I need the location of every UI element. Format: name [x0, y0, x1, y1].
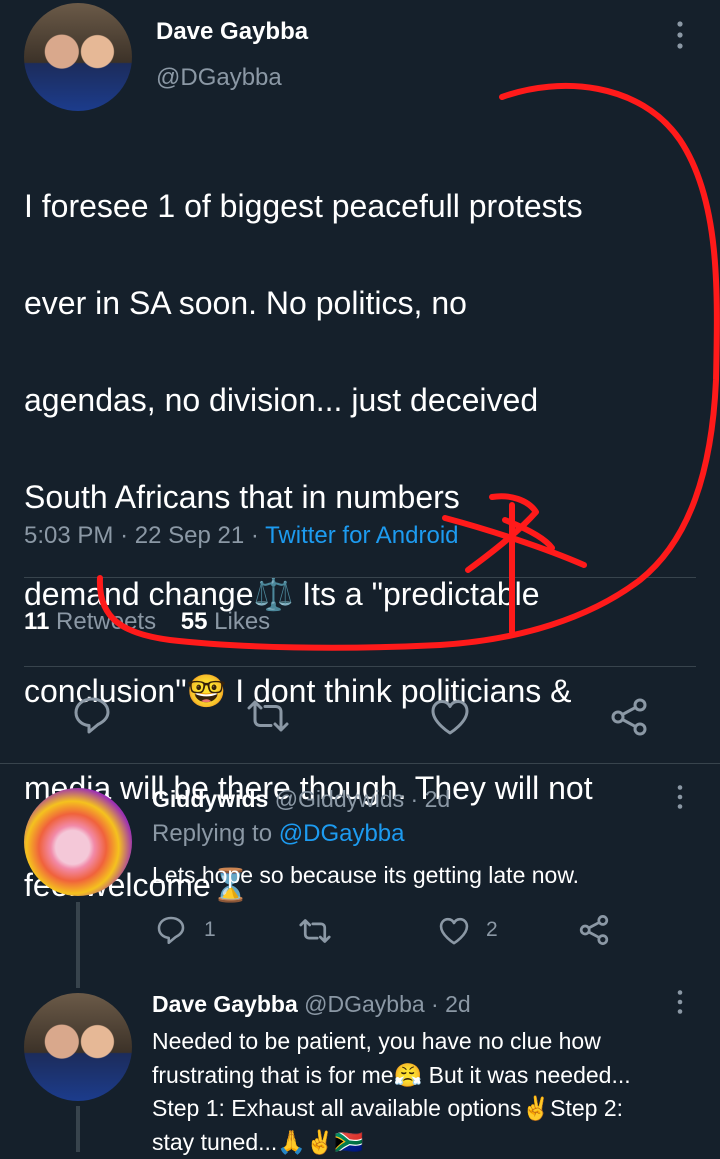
reply-header: Giddywids @Giddywids · 2d	[152, 786, 450, 813]
divider	[0, 763, 720, 764]
likes-count: 55	[181, 608, 208, 635]
retweets-label: Retweets	[56, 608, 156, 635]
reply-icon[interactable]	[156, 915, 186, 945]
tweet-text-line: agendas, no division... just deceived	[24, 376, 714, 425]
divider	[24, 666, 696, 667]
reply-author-name[interactable]: Giddywids	[152, 786, 268, 812]
reply-count: 1	[204, 918, 216, 942]
like-count: 2	[486, 918, 498, 942]
retweet-icon[interactable]	[244, 699, 292, 733]
author-handle[interactable]: @DGaybba	[156, 64, 282, 92]
retweet-icon[interactable]	[297, 918, 333, 944]
like-icon[interactable]	[438, 916, 470, 946]
share-icon[interactable]	[609, 697, 649, 737]
tweet-source-link[interactable]: Twitter for Android	[265, 522, 458, 549]
reply-author-name[interactable]: Dave Gaybba	[152, 991, 298, 1017]
tweet-time: 5:03 PM	[24, 522, 113, 549]
reply-header: Dave Gaybba @DGaybba · 2d	[152, 991, 471, 1018]
tweet-date: 22 Sep 21	[135, 522, 244, 549]
reply-text-line: stay tuned...🙏✌️🇿🇦	[152, 1126, 631, 1159]
reply-icon[interactable]	[72, 696, 112, 734]
reply-author-handle[interactable]: @Giddywids	[275, 786, 404, 812]
retweets-count: 11	[24, 608, 49, 635]
reply-more-icon[interactable]	[673, 989, 687, 1015]
reply-more-icon[interactable]	[673, 784, 687, 810]
retweets-stat[interactable]: 11 Retweets	[24, 608, 163, 635]
likes-label: Likes	[214, 608, 270, 635]
share-icon[interactable]	[578, 914, 610, 946]
more-options-icon[interactable]	[672, 20, 688, 50]
reply-avatar[interactable]	[24, 788, 132, 896]
reply-text: Needed to be patient, you have no clue h…	[152, 1025, 631, 1159]
tweet-text-line: I foresee 1 of biggest peacefull protest…	[24, 182, 714, 231]
reply-author-handle[interactable]: @DGaybba	[304, 991, 425, 1017]
replying-to-handle[interactable]: @DGaybba	[279, 820, 405, 847]
reply-text-line: frustrating that is for me😤 But it was n…	[152, 1059, 631, 1093]
separator: ·	[251, 522, 259, 549]
separator: ·	[120, 522, 128, 549]
tweet-stats: 11 Retweets 55 Likes	[24, 608, 270, 636]
divider	[24, 577, 696, 578]
tweet-text-line: South Africans that in numbers	[24, 473, 714, 522]
thread-line	[76, 902, 80, 988]
reply-text: Lets hope so because its getting late no…	[152, 862, 579, 889]
replying-to: Replying to @DGaybba	[152, 820, 405, 848]
reply-age: · 2d	[431, 991, 471, 1017]
author-name[interactable]: Dave Gaybba	[156, 18, 308, 46]
author-avatar[interactable]	[24, 3, 132, 111]
reply-text-line: Step 1: Exhaust all available options✌️S…	[152, 1092, 631, 1126]
reply-avatar[interactable]	[24, 993, 132, 1101]
tweet-text-line: ever in SA soon. No politics, no	[24, 279, 714, 328]
likes-stat[interactable]: 55 Likes	[181, 608, 270, 635]
replying-to-prefix: Replying to	[152, 820, 272, 847]
thread-line	[76, 1106, 80, 1152]
reply-text-line: Needed to be patient, you have no clue h…	[152, 1025, 631, 1059]
like-icon[interactable]	[429, 698, 471, 736]
tweet-timestamp: 5:03 PM · 22 Sep 21 · Twitter for Androi…	[24, 522, 459, 550]
reply-age: · 2d	[411, 786, 451, 812]
